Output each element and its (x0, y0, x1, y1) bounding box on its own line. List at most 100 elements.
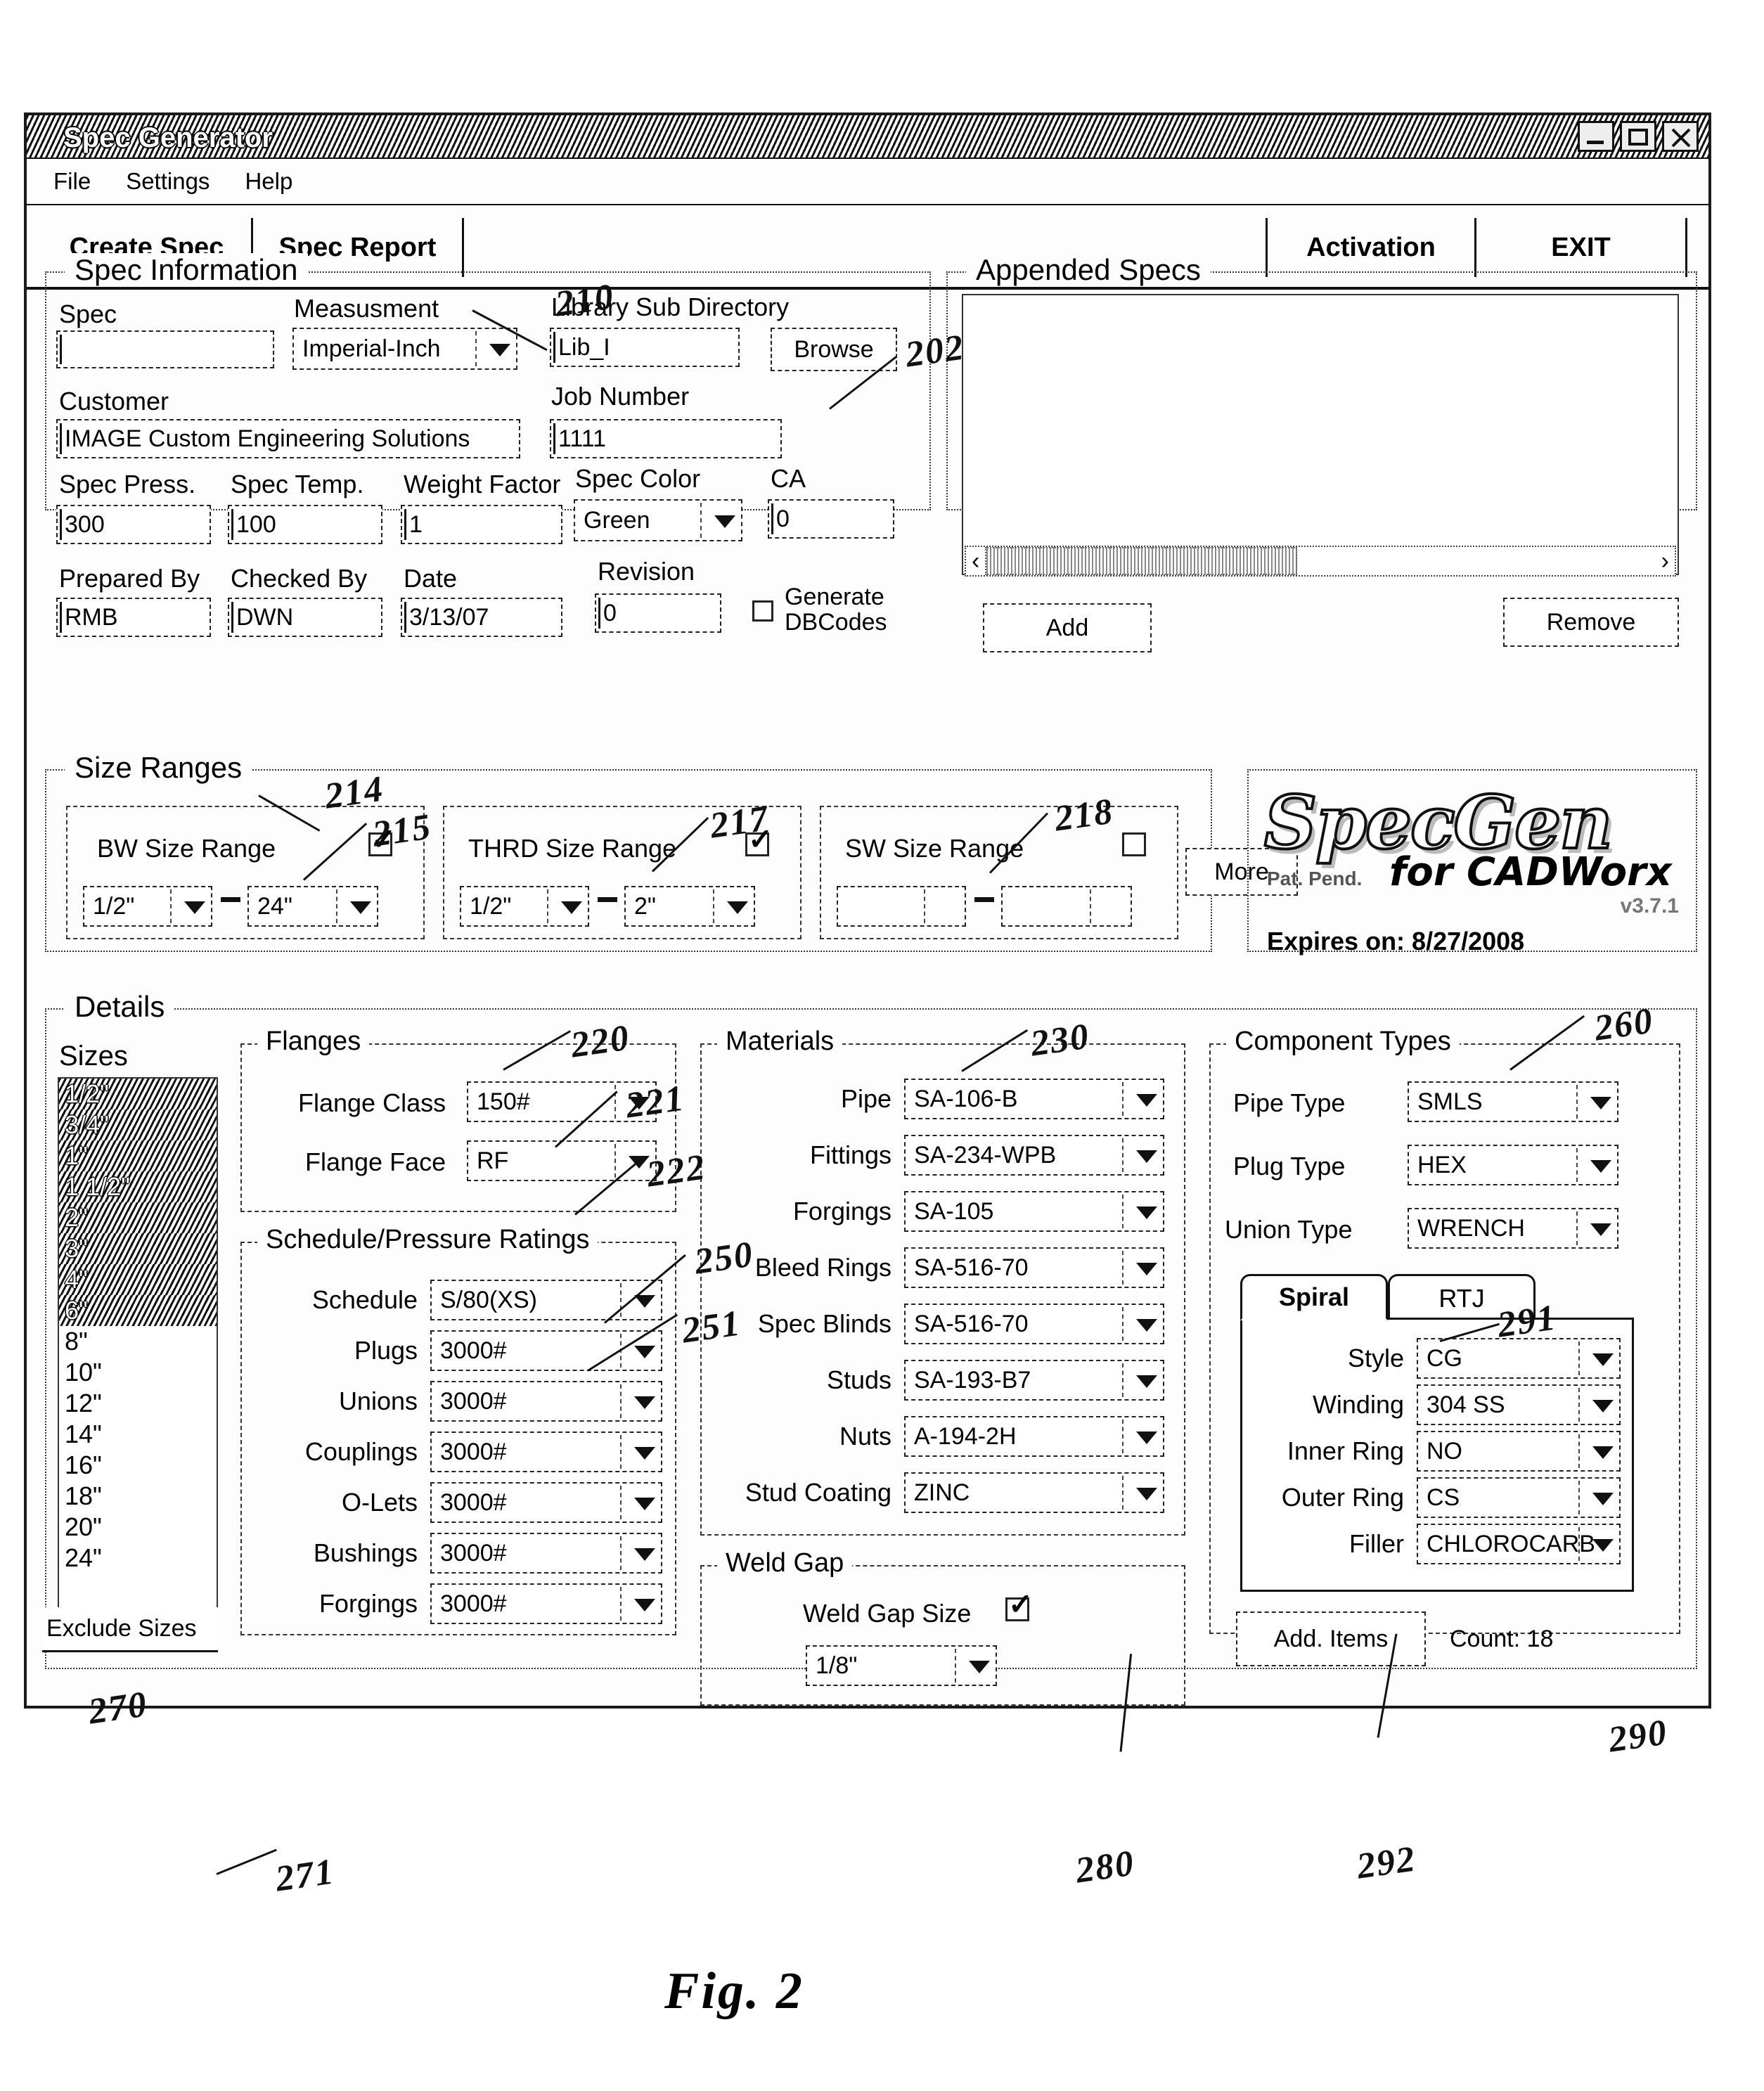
size-list-item[interactable]: 1" (59, 1140, 217, 1171)
size-list-item[interactable]: 1 1/2" (59, 1171, 217, 1202)
chevron-down-icon (1592, 1539, 1614, 1552)
bleed-rings-select[interactable]: SA-516-70 (904, 1247, 1164, 1288)
size-list-item[interactable]: 8" (59, 1326, 217, 1357)
size-list-item[interactable]: 2" (59, 1202, 217, 1233)
scrollbar-thumb[interactable] (985, 547, 1297, 575)
weight-factor-input[interactable]: 1 (401, 505, 562, 544)
winding-select[interactable]: 304 SS (1417, 1384, 1621, 1425)
spec-temp-label: Spec Temp. (231, 470, 364, 498)
exit-button[interactable]: EXIT (1476, 218, 1687, 277)
annotation-292: 292 (1354, 1839, 1419, 1887)
forgings-select[interactable]: 3000# (430, 1583, 662, 1624)
size-list-item[interactable]: 10" (59, 1357, 217, 1388)
sizes-list[interactable]: 1/2" 3/4" 1" 1 1/2" 2" 3" 4" 6" 8" 10" 12" 14" 16" 18… (58, 1077, 218, 1611)
size-list-item[interactable]: 1/2" (59, 1079, 217, 1109)
revision-input[interactable]: 0 (595, 593, 721, 633)
spec-blinds-select[interactable]: SA-516-70 (904, 1304, 1164, 1344)
unions-select[interactable]: 3000# (430, 1381, 662, 1422)
size-list-item[interactable]: 16" (59, 1450, 217, 1481)
sw-size-range-checkbox[interactable] (1122, 832, 1146, 856)
size-list-item[interactable]: 14" (59, 1419, 217, 1450)
appended-specs-hscrollbar[interactable]: ‹ › (965, 546, 1676, 577)
remove-appended-spec-button[interactable]: Remove (1503, 598, 1679, 647)
size-list-item[interactable]: 20" (59, 1512, 217, 1543)
scroll-right-icon[interactable]: › (1656, 548, 1675, 575)
component-count-label: Count: 18 (1450, 1626, 1554, 1652)
bushings-select[interactable]: 3000# (430, 1533, 662, 1574)
size-list-item[interactable]: 6" (59, 1295, 217, 1326)
tab-spiral[interactable]: Spiral (1240, 1274, 1388, 1320)
style-select[interactable]: CG (1417, 1338, 1621, 1379)
maximize-icon[interactable] (1620, 121, 1656, 152)
thrd-size-from-select[interactable]: 1/2" (460, 886, 589, 927)
generate-dbcodes-checkbox[interactable] (752, 600, 773, 622)
appended-specs-panel: Appended Specs ‹ › Add Remove (946, 253, 1697, 652)
scroll-left-icon[interactable]: ‹ (966, 548, 985, 575)
browse-button[interactable]: Browse (771, 328, 897, 371)
size-list-item[interactable]: 3" (59, 1233, 217, 1264)
appended-specs-list[interactable] (962, 294, 1679, 575)
size-list-item[interactable]: 24" (59, 1543, 217, 1574)
menu-item-file[interactable]: File (53, 168, 91, 195)
date-input[interactable]: 3/13/07 (401, 598, 562, 637)
annotation-230: 230 (1028, 1016, 1093, 1064)
size-list-item[interactable]: 3/4" (59, 1109, 217, 1140)
size-list-item[interactable]: 18" (59, 1481, 217, 1512)
chevron-down-icon (1592, 1493, 1614, 1505)
chevron-down-icon (1136, 1431, 1157, 1444)
bw-size-to-select[interactable]: 24" (247, 886, 378, 927)
thrd-size-to-select[interactable]: 2" (624, 886, 755, 927)
weld-gap-size-checkbox[interactable] (1005, 1590, 1033, 1621)
plug-type-select[interactable]: HEX (1408, 1145, 1618, 1185)
logo-panel: SpecGen Pat. Pend. for CADWorx v3.7.1 Ex… (1247, 769, 1697, 956)
spec-color-select[interactable]: Green (574, 499, 742, 541)
union-type-select[interactable]: WRENCH (1408, 1208, 1618, 1249)
spec-input[interactable] (56, 330, 274, 368)
inner-ring-select[interactable]: NO (1417, 1431, 1621, 1472)
add-appended-spec-button[interactable]: Add (983, 603, 1152, 652)
size-ranges-panel: Size Ranges BW Size Range 1/2" 24" THRD … (45, 751, 1298, 952)
measurement-select[interactable]: Imperial-Inch (292, 328, 517, 370)
stud-coating-select[interactable]: ZINC (904, 1472, 1164, 1513)
nuts-select[interactable]: A-194-2H (904, 1416, 1164, 1457)
pipe-select[interactable]: SA-106-B (904, 1079, 1164, 1119)
menu-item-help[interactable]: Help (245, 168, 292, 195)
ca-label: CA (771, 464, 806, 493)
outer-ring-select[interactable]: CS (1417, 1477, 1621, 1518)
couplings-select[interactable]: 3000# (430, 1431, 662, 1472)
weld-gap-size-select[interactable]: 1/8" (806, 1645, 997, 1686)
unions-label: Unions (338, 1387, 418, 1415)
forgings-select[interactable]: SA-105 (904, 1191, 1164, 1232)
fittings-select[interactable]: SA-234-WPB (904, 1135, 1164, 1176)
bw-size-from-select[interactable]: 1/2" (83, 886, 212, 927)
ca-input[interactable]: 0 (768, 499, 894, 539)
sw-size-to-select[interactable] (1001, 886, 1132, 927)
studs-select[interactable]: SA-193-B7 (904, 1360, 1164, 1401)
pipe-type-select[interactable]: SMLS (1408, 1081, 1618, 1122)
flange-face-select[interactable]: RF (467, 1140, 657, 1181)
spec-press-label: Spec Press. (59, 470, 196, 498)
sw-size-from-select[interactable] (837, 886, 966, 927)
close-icon[interactable] (1662, 121, 1699, 152)
menu-item-settings[interactable]: Settings (126, 168, 210, 195)
add-items-button[interactable]: Add. Items (1236, 1611, 1426, 1666)
annotation-202: 202 (903, 327, 967, 375)
exclude-sizes-button[interactable]: Exclude Sizes (42, 1607, 218, 1652)
size-list-item[interactable]: 4" (59, 1264, 217, 1295)
patent-pending-text: Pat. Pend. (1267, 868, 1363, 889)
library-sub-directory-input[interactable]: Lib_I (550, 328, 740, 367)
spec-press-input[interactable]: 300 (56, 505, 211, 544)
job-number-input[interactable]: 1111 (550, 419, 782, 458)
minimize-icon[interactable] (1578, 121, 1614, 152)
spec-temp-input[interactable]: 100 (228, 505, 382, 544)
o-lets-label: O-Lets (341, 1488, 418, 1517)
o-lets-select[interactable]: 3000# (430, 1482, 662, 1523)
prepared-by-input[interactable]: RMB (56, 598, 211, 637)
plugs-select[interactable]: 3000# (430, 1330, 662, 1371)
activation-button[interactable]: Activation (1266, 218, 1476, 277)
filler-select[interactable]: CHLOROCARB (1417, 1524, 1621, 1564)
checked-by-input[interactable]: DWN (228, 598, 382, 637)
customer-input[interactable]: IMAGE Custom Engineering Solutions (56, 419, 520, 458)
size-list-item[interactable]: 12" (59, 1388, 217, 1419)
schedule-select[interactable]: S/80(XS) (430, 1280, 662, 1320)
